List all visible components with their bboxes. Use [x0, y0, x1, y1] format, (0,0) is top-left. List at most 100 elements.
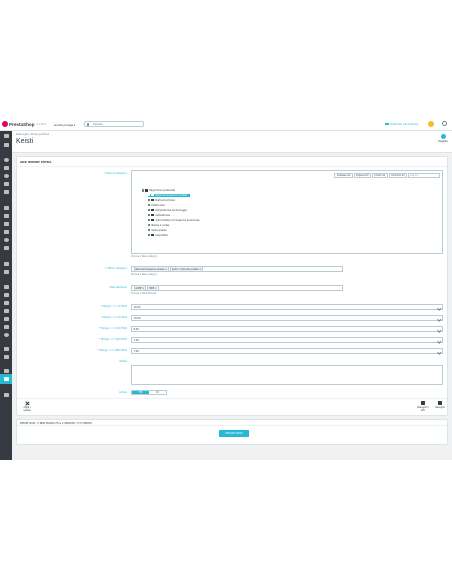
active-toggle[interactable]: YES NO — [131, 390, 167, 395]
parent-category-label: Parent category — [47, 172, 127, 175]
other-category-input[interactable]: Rekomenduojamos prekės × Auto ir motocik… — [131, 266, 343, 272]
tree-search-input[interactable]: search... — [408, 173, 440, 178]
design-icon[interactable] — [3, 214, 9, 218]
sidebar-toggle-icon[interactable] — [3, 134, 9, 138]
checkbox[interactable] — [148, 218, 151, 222]
check-icon[interactable] — [3, 325, 9, 329]
settings-icon[interactable] — [3, 270, 9, 274]
tree-item-selected[interactable]: Rekomenduojamos prekės — [148, 193, 190, 197]
panel-divider — [17, 166, 447, 167]
margin-10-label: Margin >= 10 EUR — [47, 305, 127, 308]
tree-item[interactable]: Automobiliai ir transporto priemonės — [148, 219, 199, 222]
share-icon[interactable] — [3, 309, 9, 313]
extension-icon[interactable] — [3, 369, 9, 373]
folder-icon — [151, 198, 155, 202]
search-icon — [87, 123, 90, 126]
checkbox[interactable] — [148, 213, 151, 217]
folder-icon — [151, 193, 155, 197]
checkbox[interactable] — [148, 233, 151, 237]
tree-item[interactable]: Kompiuterinė technologija — [148, 209, 187, 212]
save-and-stay-button[interactable]: Išsaugoti ir likti — [415, 401, 431, 412]
tools-icon[interactable] — [3, 317, 9, 321]
toggle-yes[interactable]: YES — [132, 391, 149, 394]
tag[interactable]: MRE × — [147, 285, 159, 291]
shop-parameters-icon[interactable] — [3, 246, 9, 250]
checkbox[interactable] — [148, 193, 151, 197]
advanced-parameters-icon[interactable] — [3, 262, 9, 266]
chat-icon[interactable] — [3, 293, 9, 297]
top-blank-area — [0, 0, 452, 118]
manufacturer-input[interactable]: ACME × MRE × — [131, 285, 343, 291]
customers-icon[interactable] — [3, 174, 9, 178]
tree-toolbar: Collapse All Expand All Check All Unchec… — [334, 173, 440, 178]
tree-item[interactable]: Buitinė technika — [148, 199, 175, 202]
notifications-icon[interactable] — [428, 120, 434, 127]
other-category-label: Other category — [47, 267, 127, 270]
checkbox[interactable] — [148, 208, 151, 212]
help-circle-icon[interactable] — [3, 333, 9, 337]
mail-icon[interactable] — [3, 285, 9, 289]
payment-icon[interactable] — [3, 230, 9, 234]
collapse-all-button[interactable]: Collapse All — [334, 173, 353, 178]
import-extra-icon[interactable] — [3, 377, 9, 381]
logo-text: PrestaShop — [9, 121, 35, 127]
page-head: Kata-logas / Prekių peržiūra Keisti Paga… — [12, 131, 452, 153]
stats-icon[interactable] — [3, 190, 9, 194]
international-icon[interactable] — [3, 238, 9, 242]
notes-label: Notes — [119, 360, 128, 363]
expand-all-button[interactable]: Expand All — [353, 173, 371, 178]
search-placeholder: Paieška — [93, 123, 103, 127]
checkbox[interactable] — [148, 228, 151, 232]
tag[interactable]: ACME × — [133, 285, 147, 291]
import-now-button[interactable]: IMPORT NOW — [219, 430, 249, 437]
top-header: PrestaShop 1.7.6.4 Greita prieiga ▾ Paie… — [0, 118, 452, 131]
margin-100-input[interactable]: 8.00 — [131, 326, 443, 332]
messages-icon[interactable] — [3, 182, 9, 186]
checkbox[interactable] — [142, 189, 145, 192]
margin-10-input[interactable]: 10.00 — [131, 304, 443, 310]
dashboard-icon[interactable] — [3, 143, 9, 147]
save-icon — [421, 401, 425, 405]
check-all-button[interactable]: Check All — [371, 173, 388, 178]
version-label: 1.7.6.4 — [36, 122, 46, 126]
extension-alt-icon[interactable] — [3, 393, 9, 397]
tag[interactable]: Auto ir motociklų prekės × — [169, 266, 204, 272]
margin-50-label: Margin >= 50 EUR — [47, 316, 127, 319]
tree-item[interactable]: Namai ir sodas — [148, 224, 169, 227]
checkbox[interactable] — [148, 198, 151, 202]
view-shop-link[interactable]: Peržiūrėti parduotuvę — [384, 123, 418, 126]
margin-500-input[interactable]: 7.00 — [131, 337, 443, 343]
modules-icon[interactable] — [3, 206, 9, 210]
folder-icon — [151, 218, 155, 222]
uncheck-all-button[interactable]: Uncheck All — [388, 173, 407, 178]
tree-item[interactable]: Apšvietimas — [148, 214, 170, 217]
tag[interactable]: Rekomenduojamos prekės × — [133, 266, 169, 272]
manufacturer-hint: Choose 1 Manufacturer — [131, 292, 157, 295]
user-avatar-icon[interactable] — [442, 121, 447, 126]
search-input[interactable]: Paieška — [84, 121, 144, 127]
shipping-icon[interactable] — [3, 222, 9, 226]
breadcrumb[interactable]: Kata-logas / Prekių peržiūra — [16, 133, 49, 136]
checkbox[interactable] — [148, 203, 151, 207]
quick-access-dropdown[interactable]: Greita prieiga ▾ — [54, 123, 75, 127]
help-button[interactable]: Pagalba — [437, 134, 449, 143]
tree-item[interactable]: Kosmetika — [148, 234, 168, 237]
catalog-icon[interactable] — [3, 166, 9, 170]
toggle-no[interactable]: NO — [149, 391, 166, 394]
orders-icon[interactable] — [3, 158, 9, 162]
checkbox[interactable] — [148, 223, 151, 227]
notes-textarea[interactable] — [131, 365, 443, 385]
margin-1000-input[interactable]: 7.00 — [131, 348, 443, 354]
save-button[interactable]: Išsaugoti — [433, 401, 447, 409]
tree-item[interactable]: Vaikų prekės — [148, 229, 167, 232]
manufacturer-label: Manufacturer — [109, 286, 127, 289]
puzzle-icon[interactable] — [3, 347, 9, 351]
tag-icon[interactable] — [3, 301, 9, 305]
import-panel-divider — [17, 425, 447, 426]
tree-item[interactable]: Elektronika — [148, 204, 165, 207]
puzzle-alt-icon[interactable] — [3, 355, 9, 359]
tree-item[interactable]: Pagrindinis (Lietuviai) — [142, 189, 175, 192]
back-to-list-button[interactable]: Atgal į sąrašą — [20, 401, 34, 412]
logo[interactable]: PrestaShop 1.7.6.4 — [2, 121, 46, 127]
margin-50-input[interactable]: 10.00 — [131, 315, 443, 321]
